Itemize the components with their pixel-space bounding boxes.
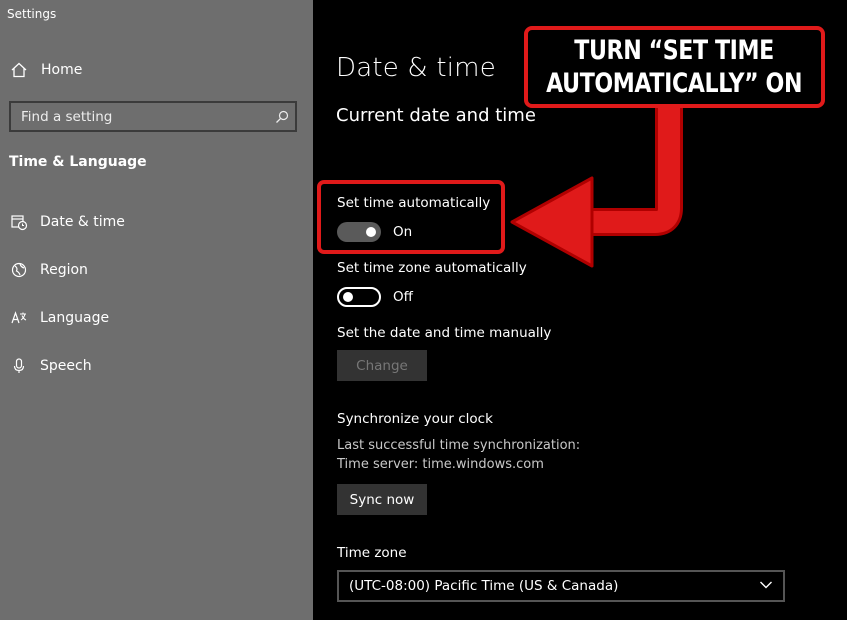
highlight-box: [317, 180, 505, 254]
callout-line-1: TURN “SET TIME: [574, 35, 775, 66]
callout-text: TURN “SET TIME AUTOMATICALLY” ON: [547, 34, 803, 100]
callout-line-2: AUTOMATICALLY” ON: [546, 68, 803, 99]
callout-box: TURN “SET TIME AUTOMATICALLY” ON: [524, 26, 825, 108]
